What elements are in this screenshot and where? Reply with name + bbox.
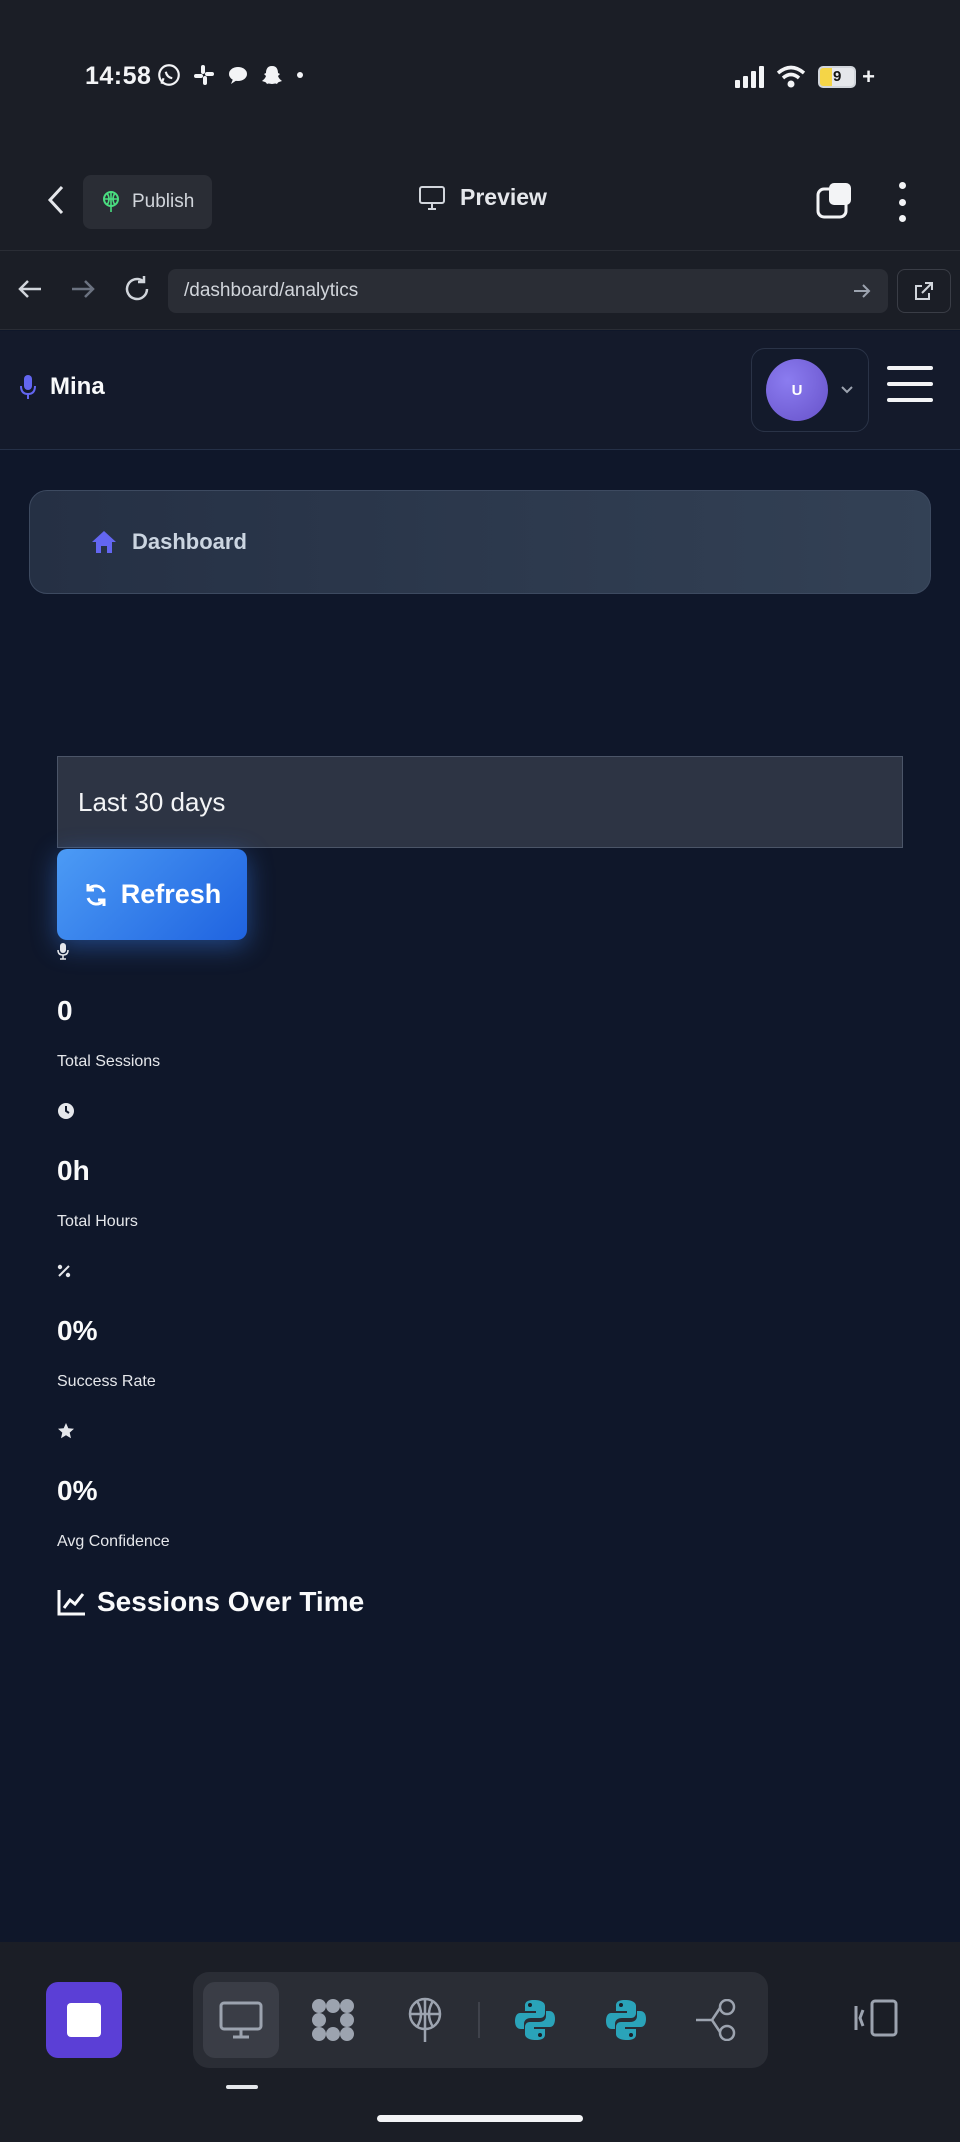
snapchat-icon [260,63,284,95]
brand-name: Mina [50,373,105,400]
python-tool-2[interactable] [588,1982,664,2058]
open-external-button[interactable] [897,269,951,313]
toolbar-divider [478,2002,480,2038]
hamburger-menu-button[interactable] [887,366,933,402]
stat-label: Total Sessions [57,1053,161,1070]
url-text: /dashboard/analytics [184,280,359,301]
avatar: U [766,359,828,421]
python-icon [515,2000,555,2040]
publish-antenna-icon [103,191,119,212]
battery-icon: 9 [818,66,857,88]
microphone-icon [20,375,36,399]
monitor-icon [219,2001,263,2039]
stat-success-rate: 0% Success Rate [57,1261,457,1391]
microphone-icon [57,943,69,960]
brand[interactable]: Mina [20,373,105,401]
python-tool-1[interactable] [497,1982,573,2058]
deploy-tool[interactable] [387,1982,463,2058]
whatsapp-icon [156,62,182,96]
percent-icon [57,1264,71,1278]
chat-icon [226,63,250,95]
tool-group [193,1972,768,2068]
refresh-button[interactable]: Refresh [57,849,247,940]
reload-button[interactable] [117,269,157,309]
sessions-over-time-heading: Sessions Over Time [57,1586,364,1618]
slack-icon [192,63,216,95]
publish-button[interactable]: Publish [83,175,212,229]
puzzle-grid-icon [312,1999,354,2041]
home-indicator[interactable] [377,2115,583,2122]
main-content: Dashboard Last 30 days Refresh 0 Total S… [0,451,960,1942]
go-arrow-icon[interactable] [852,282,872,300]
publish-label: Publish [132,191,195,212]
signal-icon [735,66,765,88]
top-chrome: 14:58 9 + Publish Preview [0,0,960,250]
browser-forward-button[interactable] [63,269,103,309]
active-tool-indicator [226,2085,258,2089]
stat-total-hours: 0h Total Hours [57,1101,457,1231]
workflow-tool[interactable] [679,1982,755,2058]
bottom-toolbar [0,1942,960,2142]
stat-value: 0h [57,1155,90,1186]
breadcrumb: Dashboard [29,490,931,594]
tabs-button[interactable] [815,181,855,221]
status-right: 9 + [735,64,875,90]
refresh-icon [86,883,106,906]
flow-nodes-icon [696,1999,736,2041]
stat-total-sessions: 0 Total Sessions [57,941,457,1071]
status-time: 14:58 [85,62,152,90]
arrow-right-icon [72,280,95,298]
dot-icon [294,63,306,95]
wifi-icon [777,65,806,88]
breadcrumb-dashboard[interactable]: Dashboard [132,529,247,555]
url-input[interactable]: /dashboard/analytics [168,269,888,313]
user-menu-button[interactable]: U [751,348,869,432]
external-link-icon [915,282,933,300]
preview-title: Preview [418,184,547,211]
chart-title: Sessions Over Time [97,1586,365,1617]
integrations-tool[interactable] [295,1982,371,2058]
back-button[interactable] [38,178,74,222]
stat-label: Success Rate [57,1373,156,1390]
line-chart-icon [57,1590,85,1616]
tabs-icon [816,183,851,219]
stat-label: Total Hours [57,1213,138,1230]
stat-avg-confidence: 0% Avg Confidence [57,1421,457,1551]
more-options-button[interactable] [890,182,914,222]
preview-label: Preview [460,184,547,210]
stat-value: 0 [57,995,73,1026]
stop-icon [67,2003,101,2037]
chevron-down-icon [841,386,853,394]
antenna-icon [408,1997,442,2042]
side-panel-icon [854,1999,898,2037]
desktop-preview-tool[interactable] [203,1982,279,2058]
date-range-select[interactable]: Last 30 days [57,756,903,848]
stat-label: Avg Confidence [57,1533,170,1550]
panel-toggle-button[interactable] [852,1998,900,2042]
home-icon [92,531,116,553]
monitor-icon [419,185,445,210]
status-app-icons [156,62,306,96]
stop-button[interactable] [46,1982,122,2058]
chevron-left-icon [47,185,64,215]
star-icon [58,1423,74,1439]
stat-value: 0% [57,1315,98,1346]
charging-icon: + [862,64,875,89]
refresh-label: Refresh [120,879,222,909]
app-navbar: Mina U [0,331,960,450]
browser-bar: /dashboard/analytics [0,250,960,330]
arrow-left-icon [18,280,41,298]
browser-back-button[interactable] [10,269,50,309]
stat-value: 0% [57,1475,98,1506]
python-icon [606,2000,646,2040]
reload-icon [125,276,149,301]
clock-icon [58,1103,74,1119]
